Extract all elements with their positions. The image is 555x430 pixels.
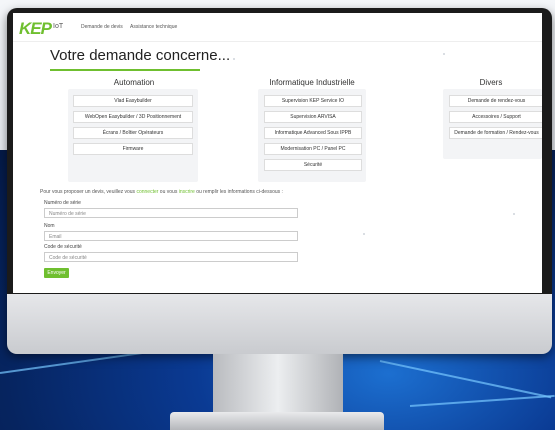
decor-dot bbox=[443, 53, 445, 55]
login-link[interactable]: connecter bbox=[136, 189, 158, 195]
submit-button[interactable]: Envoyer bbox=[44, 268, 69, 278]
brand-logo[interactable]: KEP bbox=[19, 19, 52, 39]
option-button[interactable]: WebOpen Easybuilder / 3D Positionnement bbox=[73, 111, 193, 123]
serial-number-label: Numéro de série bbox=[44, 200, 81, 206]
register-link[interactable]: inscrire bbox=[179, 189, 195, 195]
monitor-stand-base bbox=[170, 412, 384, 430]
monitor-chin bbox=[7, 294, 552, 354]
security-code-input[interactable]: Code de sécurité bbox=[44, 252, 298, 262]
option-button[interactable]: Supervision ARVISA bbox=[264, 111, 362, 123]
name-input[interactable]: Email bbox=[44, 231, 298, 241]
monitor-screen: KEP IoT Demande de devis Assistance tech… bbox=[13, 13, 542, 293]
category-title-informatique: Informatique Industrielle bbox=[269, 78, 355, 87]
serial-number-input[interactable]: Numéro de série bbox=[44, 208, 298, 218]
category-title-divers: Divers bbox=[479, 78, 503, 87]
option-button[interactable]: Firmware bbox=[73, 143, 193, 155]
option-button[interactable]: Demande de rendez-vous bbox=[449, 95, 542, 107]
option-button[interactable]: Écrans / Boîtier Opérateurs bbox=[73, 127, 193, 139]
security-code-label: Code de sécurité bbox=[44, 244, 82, 250]
brand-logo-suffix: IoT bbox=[53, 23, 64, 30]
decor-dot bbox=[513, 213, 515, 215]
option-button[interactable]: Sécurité bbox=[264, 159, 362, 171]
nav-link-quote[interactable]: Demande de devis bbox=[81, 24, 123, 30]
option-button[interactable]: Modernisation PC / Panel PC bbox=[264, 143, 362, 155]
title-underline bbox=[50, 69, 200, 71]
option-button[interactable]: Informatique Advanced Sous IPPB bbox=[264, 127, 362, 139]
nav-link-support[interactable]: Assistance technique bbox=[130, 24, 177, 30]
decor-dot bbox=[233, 58, 235, 60]
option-button[interactable]: Vlad Easybuilder bbox=[73, 95, 193, 107]
option-button[interactable]: Accessoires / Support bbox=[449, 111, 542, 123]
name-label: Nom bbox=[44, 223, 55, 229]
form-intro-text: ou remplir les informations ci-dessous : bbox=[194, 189, 283, 195]
form-intro: Pour vous proposer un devis, veuillez vo… bbox=[40, 189, 283, 195]
page-title: Votre demande concerne... bbox=[50, 47, 231, 64]
monitor-stand-neck bbox=[213, 354, 343, 416]
form-intro-text: ou vous bbox=[158, 189, 179, 195]
option-button[interactable]: Demande de formation / Rendez-vous bbox=[449, 127, 542, 139]
option-button[interactable]: Supervision KEP Service IO bbox=[264, 95, 362, 107]
category-title-automation: Automation bbox=[113, 78, 155, 87]
decor-dot bbox=[363, 233, 365, 235]
site-header: KEP IoT Demande de devis Assistance tech… bbox=[13, 13, 542, 42]
form-intro-text: Pour vous proposer un devis, veuillez vo… bbox=[40, 189, 137, 195]
